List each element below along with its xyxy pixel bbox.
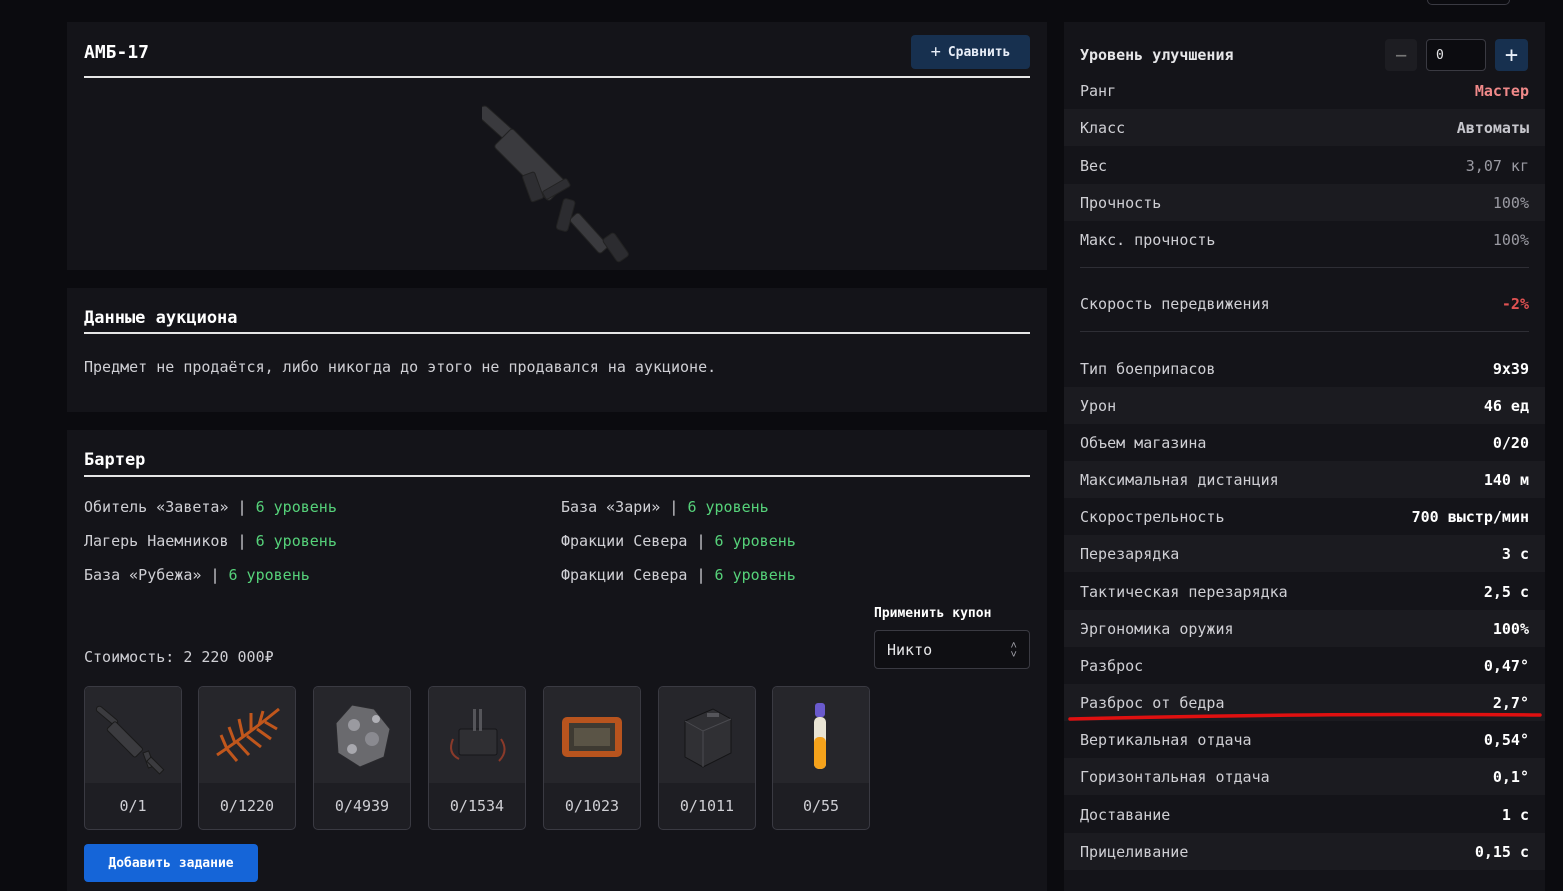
barter-location: База «Зари» | 6 уровень <box>561 498 769 516</box>
barter-location: Фракции Севера | 6 уровень <box>561 532 796 550</box>
barter-item-count: 0/1534 <box>449 797 505 815</box>
add-task-button[interactable]: Добавить задание <box>84 844 258 882</box>
stat-row-durability: Прочность 100% <box>1064 184 1545 221</box>
barter-item[interactable]: 0/1534 <box>428 686 526 830</box>
top-dropdown-edge[interactable] <box>1427 0 1510 5</box>
auction-panel: Данные аукциона Предмет не продаётся, ли… <box>67 288 1047 412</box>
barter-item[interactable]: 0/1011 <box>658 686 756 830</box>
stat-row-max-distance: Максимальная дистанция 140 м <box>1064 461 1545 498</box>
barter-item[interactable]: 0/55 <box>772 686 870 830</box>
barter-item[interactable]: 0/1 <box>84 686 182 830</box>
barter-title: Бартер <box>84 450 146 470</box>
barter-location: Обитель «Завета» | 6 уровень <box>84 498 337 516</box>
stat-row-tactical-reload: Тактическая перезарядка 2,5 с <box>1080 582 1529 601</box>
barter-item-count: 0/4939 <box>334 797 390 815</box>
coupon-select[interactable]: Никто ˄ ˅ <box>874 630 1030 669</box>
chevron-updown-icon: ˄ ˅ <box>1010 638 1017 661</box>
title-divider <box>84 76 1030 78</box>
weapon-image <box>482 105 629 263</box>
stat-row-ammo-type: Тип боеприпасов 9x39 <box>1080 359 1529 378</box>
stats-divider <box>1080 331 1529 332</box>
stat-row-weight: Вес 3,07 кг <box>1080 156 1529 175</box>
barter-location: База «Рубежа» | 6 уровень <box>84 566 310 584</box>
stat-row-magazine: Объем магазина 0/20 <box>1080 433 1529 452</box>
stat-row-fire-rate: Скорострельность 700 выстр/мин <box>1080 507 1529 526</box>
stat-row-class: Класс Автоматы <box>1064 109 1545 146</box>
ammo-box-icon <box>659 687 755 783</box>
upgrade-level-input[interactable] <box>1426 39 1486 71</box>
coupon-label: Применить купон <box>874 606 992 621</box>
stat-row-draw-time: Доставание 1 с <box>1080 805 1529 824</box>
barter-item[interactable]: 0/1023 <box>543 686 641 830</box>
barter-item[interactable]: 0/1220 <box>198 686 296 830</box>
stats-panel: Уровень улучшения − + Ранг Мастер Класс … <box>1064 22 1545 891</box>
barter-item-count: 0/1 <box>119 797 147 815</box>
stat-row-aim-time: Прицеливание 0,15 с <box>1064 833 1545 870</box>
increment-button[interactable]: + <box>1495 39 1528 71</box>
barter-location: Лагерь Наемников | 6 уровень <box>84 532 337 550</box>
barter-item-count: 0/1220 <box>219 797 275 815</box>
compare-button[interactable]: + Сравнить <box>911 35 1030 69</box>
auction-text: Предмет не продаётся, либо никогда до эт… <box>84 358 717 376</box>
cost-text: Стоимость: 2 220 000₽ <box>84 648 274 666</box>
stat-row-vertical-recoil: Вертикальная отдача 0,54° <box>1080 730 1529 749</box>
coupon-value: Никто <box>887 640 933 659</box>
device-icon <box>429 687 525 783</box>
barter-panel: Бартер Обитель «Завета» | 6 уровень Лаге… <box>67 430 1047 891</box>
barter-item[interactable]: 0/4939 <box>313 686 411 830</box>
item-panel: АМБ-17 + Сравнить <box>67 22 1047 270</box>
upgrade-level-label: Уровень улучшения <box>1080 46 1234 64</box>
tablet-icon <box>544 687 640 783</box>
auction-title: Данные аукциона <box>84 308 238 328</box>
barter-item-count: 0/1023 <box>564 797 620 815</box>
stat-row-spread: Разброс 0,47° <box>1080 656 1529 675</box>
vial-icon <box>773 687 869 783</box>
stat-row-max-durability: Макс. прочность 100% <box>1080 230 1529 249</box>
stat-row-horizontal-recoil: Горизонтальная отдача 0,1° <box>1064 758 1545 795</box>
auction-divider <box>84 332 1030 334</box>
barter-item-count: 0/55 <box>802 797 840 815</box>
ore-icon <box>314 687 410 783</box>
decrement-button[interactable]: − <box>1385 39 1417 71</box>
stat-row-reload: Перезарядка 3 с <box>1064 535 1545 572</box>
item-title: АМБ-17 <box>84 42 150 63</box>
stat-row-hip-spread: Разброс от бедра 2,7° <box>1064 684 1545 721</box>
compare-label: Сравнить <box>947 44 1011 60</box>
smg-icon <box>85 687 181 783</box>
stat-row-movement-speed: Скорость передвижения -2% <box>1080 294 1529 313</box>
stat-row-damage: Урон 46 ед <box>1064 387 1545 424</box>
plus-icon: + <box>930 42 941 62</box>
barter-divider <box>84 475 1030 477</box>
barter-item-count: 0/1011 <box>679 797 735 815</box>
stat-row-rank: Ранг Мастер <box>1080 81 1529 100</box>
stat-row-ergonomics: Эргономика оружия 100% <box>1064 610 1545 647</box>
barter-location: Фракции Севера | 6 уровень <box>561 566 796 584</box>
fern-icon <box>199 687 295 783</box>
stats-divider <box>1080 267 1529 268</box>
